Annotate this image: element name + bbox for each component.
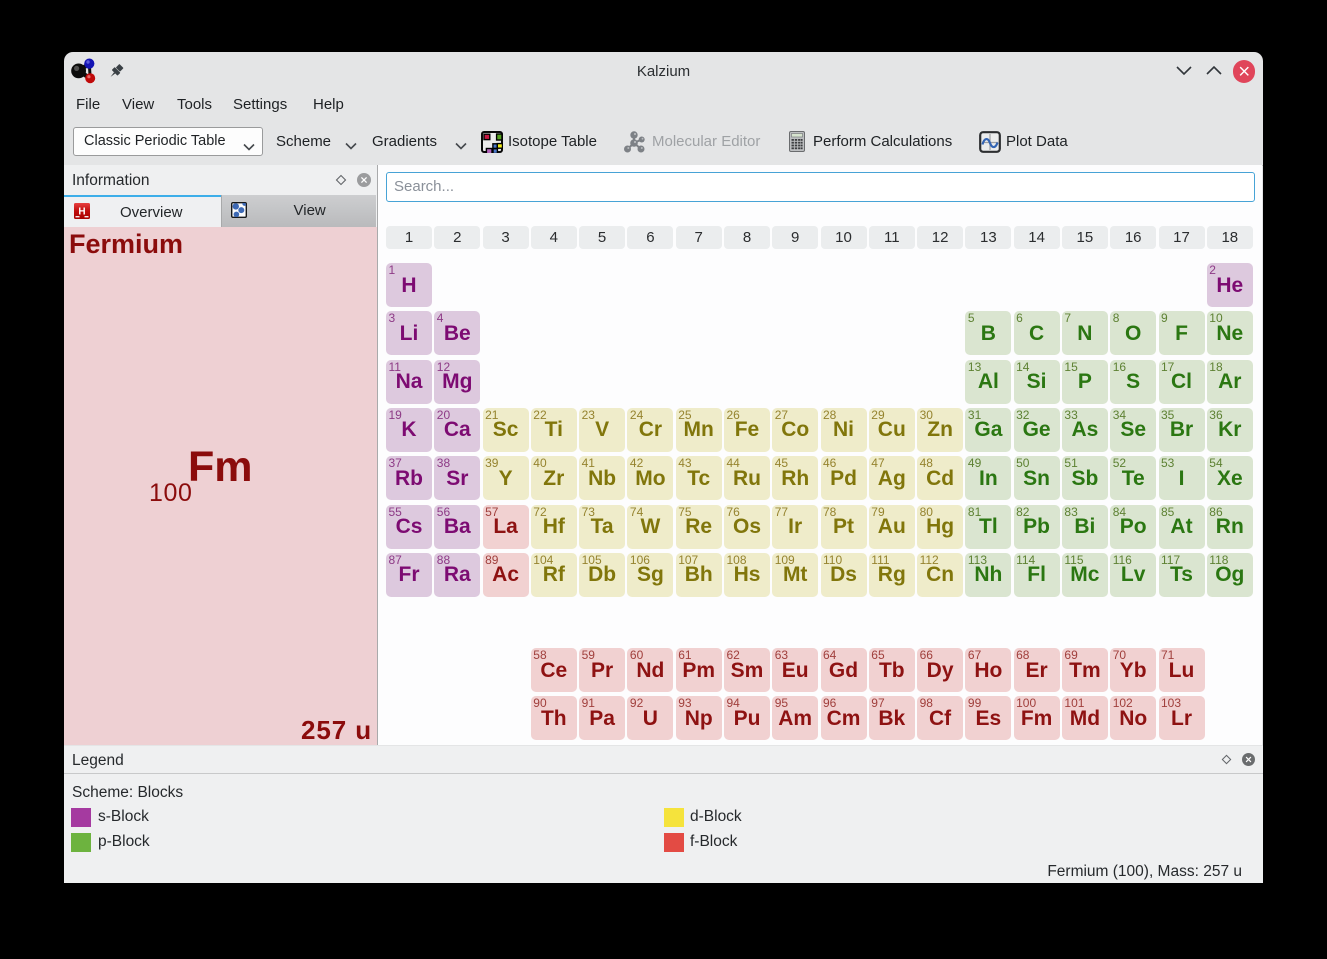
svg-text:H: H (78, 207, 85, 218)
